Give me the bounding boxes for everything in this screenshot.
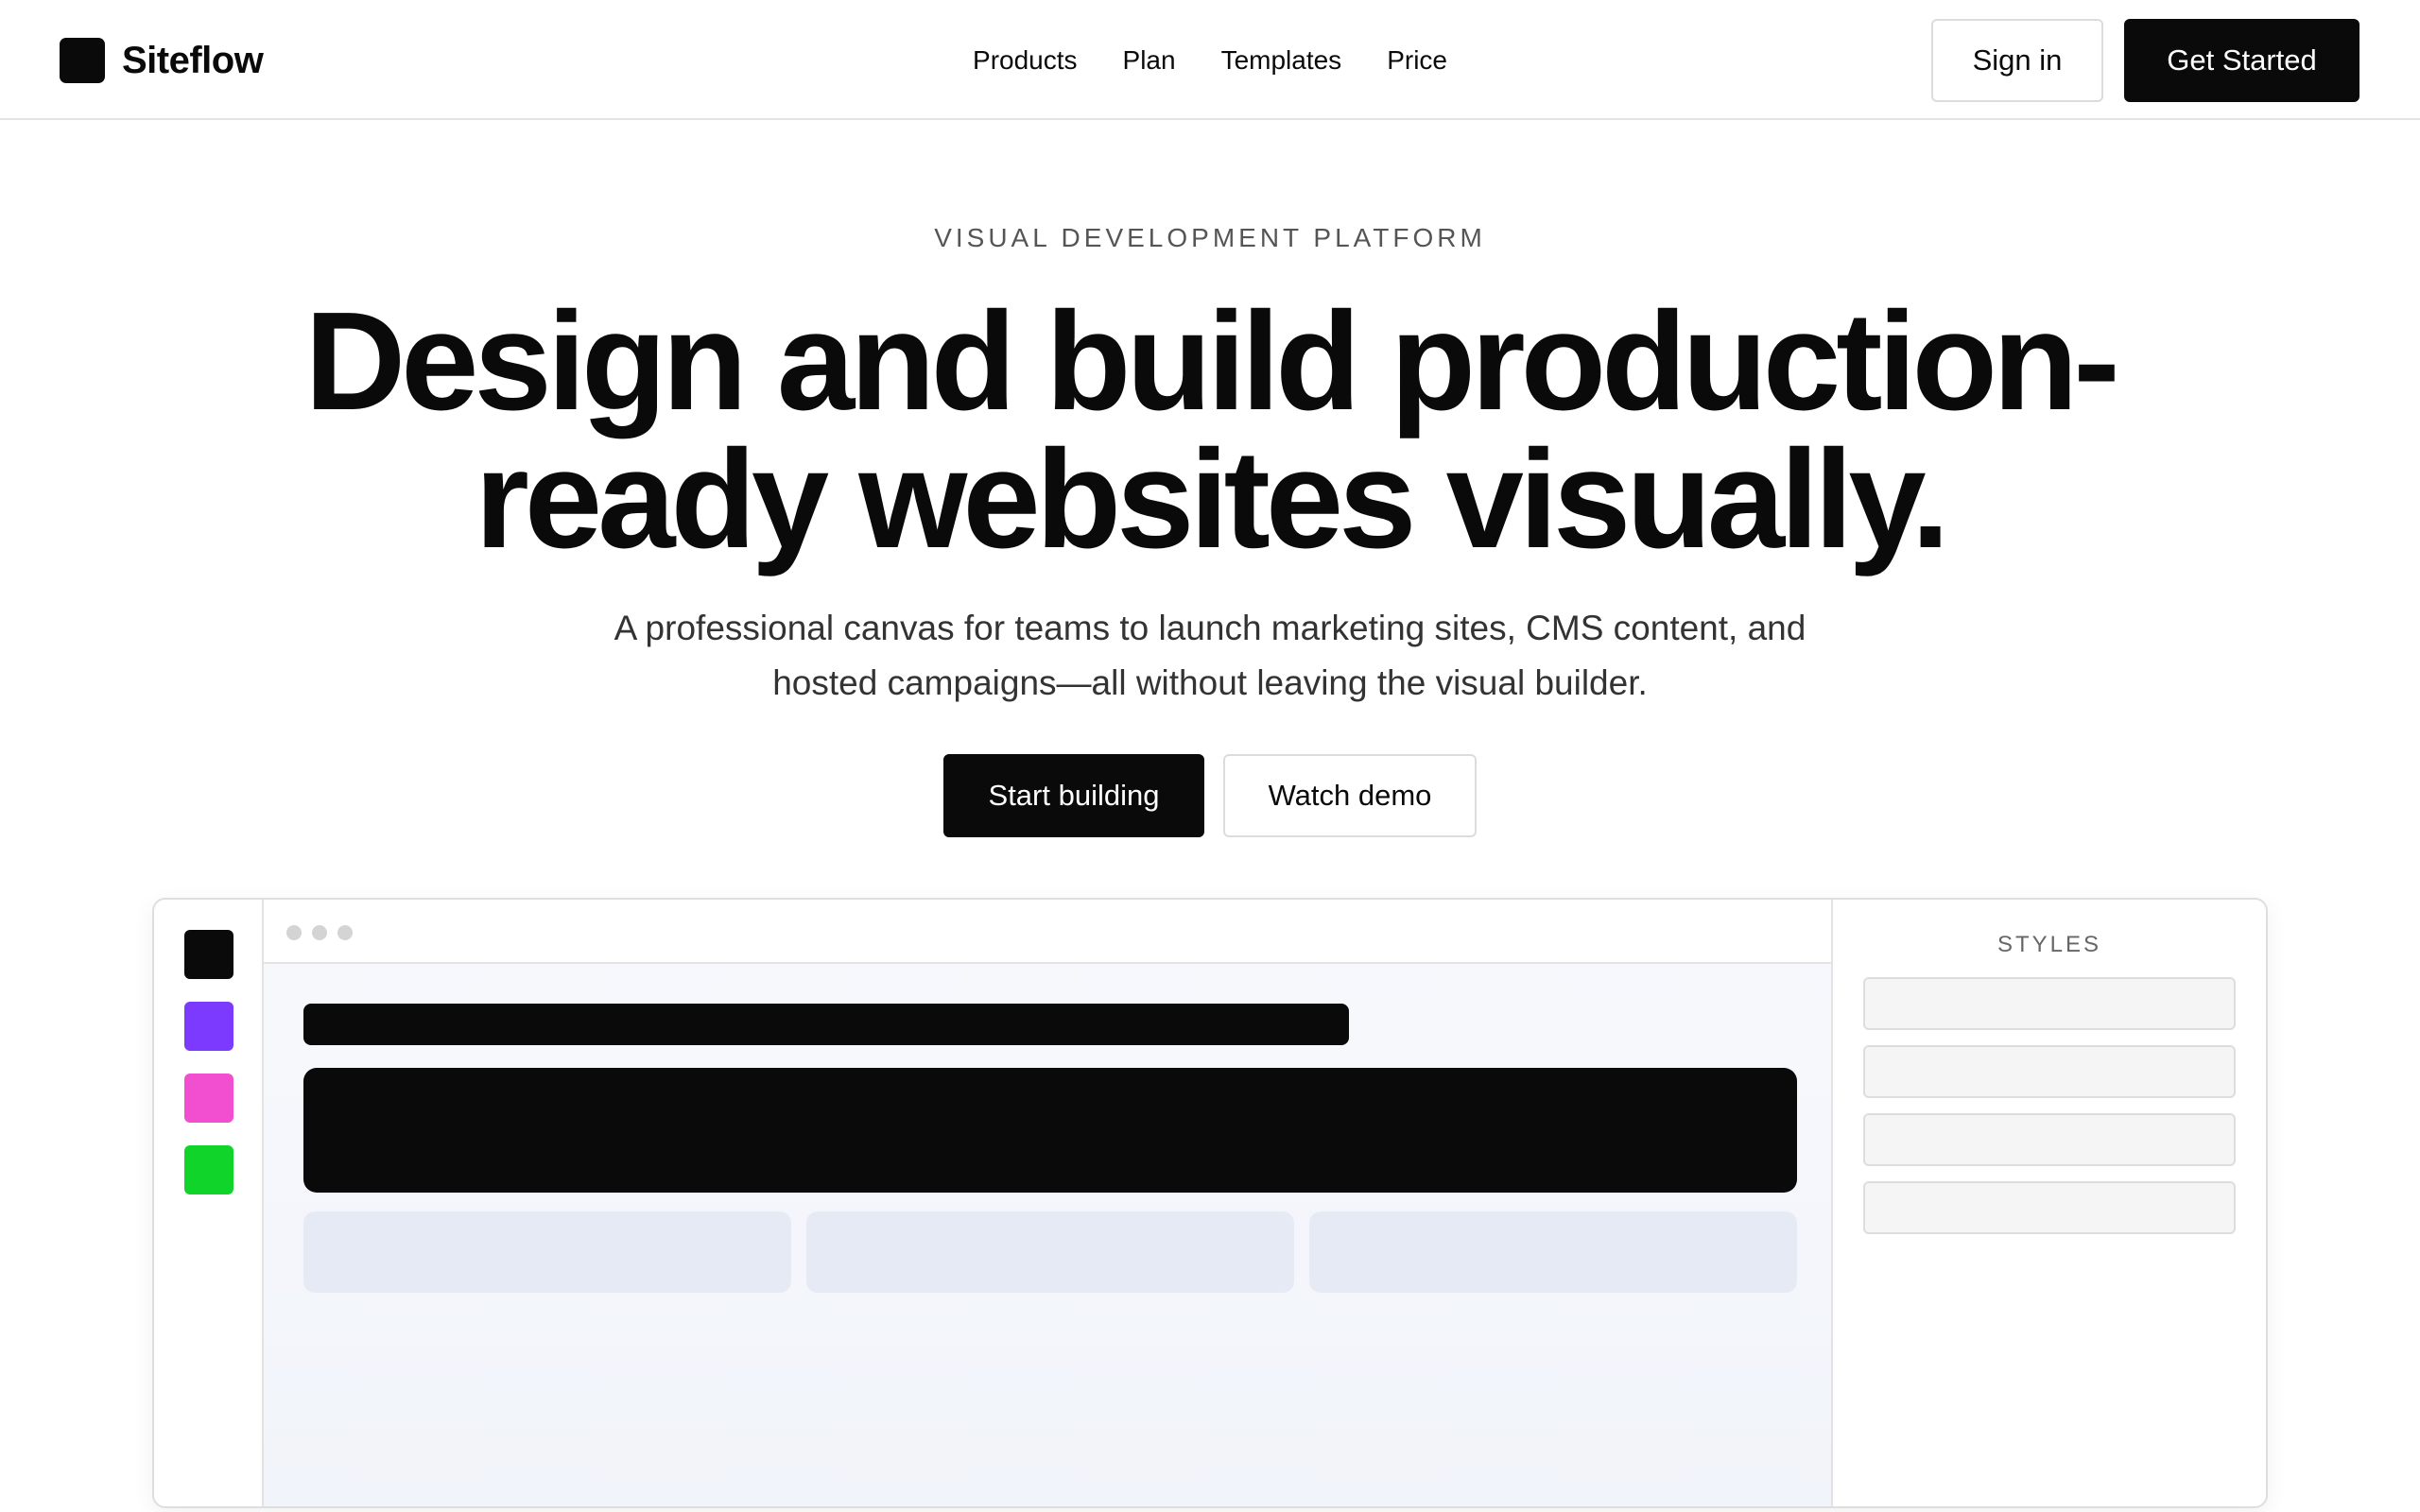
- style-field[interactable]: [1863, 1113, 2236, 1166]
- window-dot-icon: [286, 925, 302, 940]
- style-field[interactable]: [1863, 1181, 2236, 1234]
- get-started-button[interactable]: Get Started: [2124, 19, 2360, 102]
- design-canvas[interactable]: [264, 900, 1833, 1506]
- canvas-card[interactable]: [1309, 1211, 1797, 1293]
- styles-panel-title: STYLES: [1996, 932, 2102, 957]
- canvas-heading-block[interactable]: [303, 1004, 1349, 1045]
- style-field[interactable]: [1863, 1045, 2236, 1098]
- hero-headline: Design and build production-ready websit…: [304, 284, 2119, 577]
- nav-link-products[interactable]: Products: [973, 45, 1078, 76]
- start-building-button[interactable]: Start building: [943, 754, 1204, 837]
- style-field[interactable]: [1863, 977, 2236, 1030]
- window-dot-icon: [312, 925, 327, 940]
- sign-in-button[interactable]: Sign in: [1931, 19, 2103, 102]
- swatch-green[interactable]: [184, 1145, 233, 1194]
- canvas-toolbar: [264, 900, 1833, 964]
- hero-subheading: A professional canvas for teams to launc…: [614, 609, 1806, 702]
- window-dot-icon: [337, 925, 353, 940]
- color-swatch-rail: [154, 900, 264, 1506]
- canvas-card[interactable]: [806, 1211, 1294, 1293]
- nav-link-templates[interactable]: Templates: [1221, 45, 1342, 76]
- builder-preview: STYLES: [152, 898, 2268, 1508]
- styles-panel: STYLES: [1831, 900, 2266, 1506]
- hero-eyebrow: VISUAL DEVELOPMENT PLATFORM: [934, 223, 1486, 252]
- canvas-hero-block[interactable]: [303, 1068, 1797, 1193]
- swatch-pink[interactable]: [184, 1074, 233, 1123]
- canvas-card[interactable]: [303, 1211, 791, 1293]
- watch-demo-button[interactable]: Watch demo: [1223, 754, 1477, 837]
- swatch-purple[interactable]: [184, 1002, 233, 1051]
- nav-link-price[interactable]: Price: [1387, 45, 1447, 76]
- nav-actions: Sign in Get Started: [1931, 19, 2360, 102]
- top-navigation: Siteflow Products Plan Templates Price S…: [0, 0, 2420, 120]
- hero-cta-row: Start building Watch demo: [0, 754, 2420, 837]
- nav-link-plan[interactable]: Plan: [1123, 45, 1176, 76]
- swatch-black[interactable]: [184, 930, 233, 979]
